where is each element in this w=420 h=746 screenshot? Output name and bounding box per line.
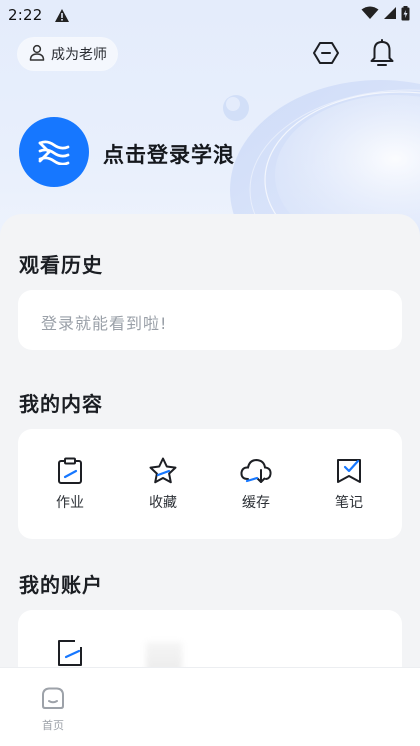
account-item[interactable]: [40, 636, 100, 670]
become-teacher-button[interactable]: 成为老师: [18, 38, 117, 70]
content-item-label: 缓存: [242, 495, 270, 511]
content-item-label: 收藏: [149, 495, 177, 511]
content-item-homework[interactable]: 作业: [40, 454, 100, 512]
content-item-cache[interactable]: 缓存: [226, 454, 286, 512]
note-check-icon: [319, 454, 379, 488]
clipboard-icon: [40, 454, 100, 488]
cloud-download-icon: [226, 454, 286, 488]
my-account-title: 我的账户: [19, 573, 103, 597]
signal-icon: [383, 6, 397, 24]
edit-square-icon: [40, 636, 100, 670]
content-item-label: 笔记: [335, 495, 363, 511]
wifi-icon: [361, 6, 379, 24]
content-item-notes[interactable]: 笔记: [319, 454, 379, 512]
status-bar: 2:22: [0, 0, 420, 30]
user-icon: [29, 44, 45, 65]
tab-home[interactable]: 首页: [37, 686, 69, 733]
content-item-favorites[interactable]: 收藏: [133, 454, 193, 512]
hexagon-minus-icon[interactable]: [311, 38, 341, 68]
tab-home-label: 首页: [42, 719, 64, 732]
content-item-label: 作业: [56, 495, 84, 511]
avatar[interactable]: [19, 117, 89, 187]
history-card[interactable]: 登录就能看到啦!: [18, 290, 402, 350]
alert-icon: [54, 8, 70, 23]
star-icon: [133, 454, 193, 488]
battery-icon: [401, 5, 410, 25]
become-teacher-label: 成为老师: [51, 47, 107, 63]
bell-icon[interactable]: [367, 38, 397, 68]
login-prompt[interactable]: 点击登录学浪: [103, 139, 235, 169]
xuelang-logo-icon: [38, 140, 70, 165]
my-content-title: 我的内容: [19, 392, 103, 416]
history-placeholder: 登录就能看到啦!: [41, 314, 168, 333]
history-title: 观看历史: [19, 253, 103, 277]
status-time: 2:22: [8, 6, 43, 24]
home-tab-icon: [37, 686, 69, 714]
bottom-tab-bar: 首页: [0, 667, 420, 746]
my-content-card: 作业 收藏 缓存 笔记: [18, 429, 402, 539]
